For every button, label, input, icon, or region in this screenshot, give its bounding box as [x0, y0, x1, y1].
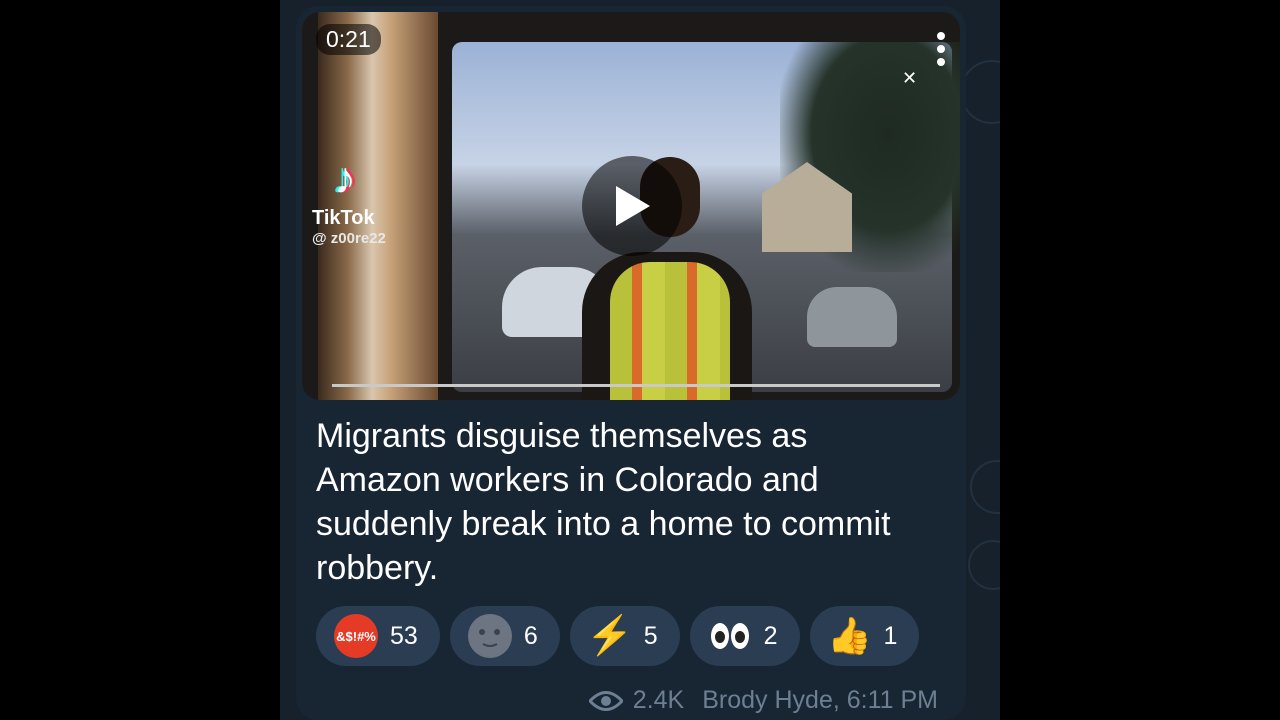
tiktok-icon: ♪ — [334, 154, 356, 203]
video-duration: 0:21 — [316, 24, 381, 55]
background-doodle — [970, 460, 1000, 514]
reaction-thumbs-up[interactable]: 👍 1 — [809, 606, 920, 666]
reaction-lightning[interactable]: ⚡ 5 — [569, 606, 680, 666]
views-count: 2.4K — [632, 686, 685, 714]
reaction-moon[interactable]: 6 — [449, 606, 560, 666]
reactions-bar: &$!#% 53 6 ⚡ 5 2 👍 1 — [316, 606, 920, 666]
angry-face-icon: &$!#% — [334, 614, 378, 658]
message-caption: Migrants disguise themselves as Amazon w… — [316, 417, 891, 587]
reaction-count: 2 — [763, 621, 778, 650]
lightning-icon: ⚡ — [586, 615, 634, 657]
reaction-count: 53 — [390, 621, 418, 650]
video-car — [807, 287, 897, 347]
message-bubble[interactable]: ♪ TikTok @ z00re22 0:21 ✕ Migrants disgu… — [296, 6, 966, 720]
tiktok-handle: @ z00re22 — [312, 230, 386, 247]
safety-vest — [610, 262, 730, 400]
background-doodle — [960, 60, 1000, 124]
tiktok-watermark: ♪ TikTok @ z00re22 — [312, 154, 432, 248]
thumbs-up-icon: 👍 — [827, 615, 872, 656]
message-meta: 2.4K Brody Hyde, 6:11 PM — [588, 686, 938, 715]
new-moon-face-icon — [467, 614, 512, 658]
background-doodle — [968, 540, 1000, 590]
views-eye-icon — [588, 690, 623, 711]
tiktok-brand: TikTok — [312, 207, 375, 229]
video-bottom-bar — [332, 384, 940, 387]
play-icon — [616, 186, 650, 226]
chat-background: ♪ TikTok @ z00re22 0:21 ✕ Migrants disgu… — [280, 0, 1000, 720]
reaction-count: 1 — [883, 621, 898, 650]
letterbox-left — [0, 0, 280, 720]
close-icon: ✕ — [902, 68, 918, 88]
reaction-eyes[interactable]: 2 — [689, 606, 800, 666]
author-time: Brody Hyde, 6:11 PM — [702, 686, 938, 714]
more-options-icon[interactable] — [936, 32, 946, 72]
play-button[interactable] — [582, 156, 682, 256]
eyes-icon — [708, 614, 752, 658]
reaction-angry[interactable]: &$!#% 53 — [316, 606, 440, 666]
letterbox-right — [1000, 0, 1280, 720]
reaction-count: 5 — [643, 621, 658, 650]
reaction-count: 6 — [523, 621, 538, 650]
video-player[interactable]: ♪ TikTok @ z00re22 0:21 ✕ — [302, 12, 960, 400]
